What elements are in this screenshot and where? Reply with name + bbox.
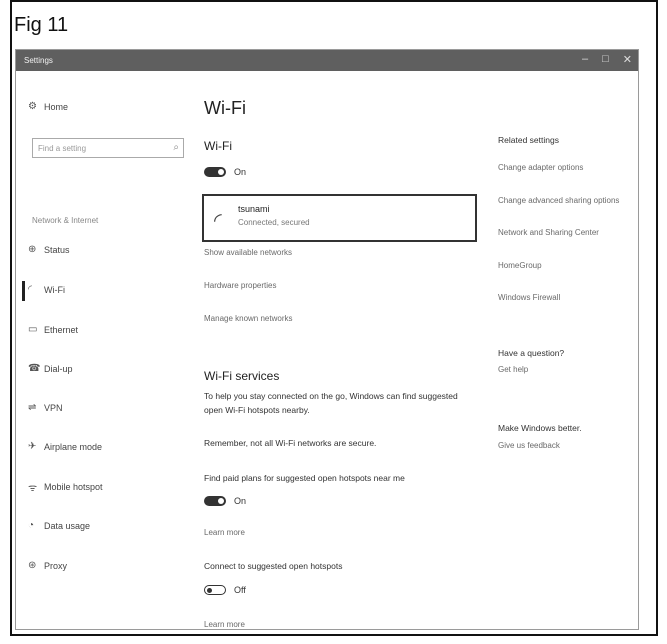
services-description: To help you stay connected on the go, Wi… bbox=[204, 391, 458, 415]
sidebar-item-home[interactable]: ⚙ Home bbox=[28, 101, 68, 112]
window-title: Settings bbox=[24, 56, 53, 65]
related-settings-heading: Related settings bbox=[498, 135, 559, 145]
wifi-signal-icon: ◜ bbox=[214, 210, 222, 232]
search-placeholder: Find a setting bbox=[38, 144, 87, 153]
wifi-icon: ◜ bbox=[28, 284, 32, 295]
sharing-options-link[interactable]: Change advanced sharing options bbox=[498, 196, 619, 205]
show-networks-link[interactable]: Show available networks bbox=[204, 248, 292, 257]
page-title: Wi-Fi bbox=[204, 98, 246, 118]
network-name: tsunami bbox=[238, 204, 270, 214]
search-icon: ⌕ bbox=[173, 142, 179, 153]
main-content: Wi-Fi Wi-Fi On ◜ tsunami Connected, secu… bbox=[202, 71, 494, 629]
wifi-section-title: Wi-Fi bbox=[204, 139, 232, 153]
title-bar: Settings – □ ✕ bbox=[16, 50, 638, 71]
settings-window: Settings – □ ✕ ⚙ Home Find a setting ⌕ N… bbox=[15, 49, 639, 630]
connected-network[interactable]: ◜ tsunami Connected, secured bbox=[202, 194, 477, 242]
figure-label: Fig 11 bbox=[14, 14, 69, 36]
sharing-center-link[interactable]: Network and Sharing Center bbox=[498, 228, 599, 237]
sidebar-item-label: Ethernet bbox=[44, 324, 79, 335]
feedback-link[interactable]: Give us feedback bbox=[498, 441, 560, 450]
sidebar-item-airplane-mode[interactable]: ✈ Airplane mode bbox=[28, 441, 102, 452]
adapter-options-link[interactable]: Change adapter options bbox=[498, 163, 583, 172]
sidebar-item-label: Wi-Fi bbox=[44, 284, 65, 295]
homegroup-link[interactable]: HomeGroup bbox=[498, 261, 542, 270]
learn-more-link[interactable]: Learn more bbox=[204, 528, 245, 537]
close-button[interactable]: ✕ bbox=[623, 53, 632, 66]
window-controls: – □ ✕ bbox=[582, 53, 632, 66]
sidebar-item-proxy[interactable]: ⊛ Proxy bbox=[28, 560, 67, 571]
maximize-button[interactable]: □ bbox=[602, 53, 609, 66]
hardware-properties-link[interactable]: Hardware properties bbox=[204, 281, 276, 290]
sidebar-item-status[interactable]: ⊕ Status bbox=[28, 244, 70, 255]
vpn-icon: ⇌ bbox=[28, 402, 37, 413]
home-icon: ⚙ bbox=[28, 101, 37, 112]
sidebar-item-data-usage[interactable]: ◔ Data usage bbox=[28, 520, 90, 531]
paid-plans-toggle-label: On bbox=[234, 496, 247, 506]
paid-plans-label: Find paid plans for suggested open hotsp… bbox=[204, 473, 405, 483]
wifi-toggle-label: On bbox=[234, 167, 247, 177]
dialup-icon: ☎ bbox=[28, 363, 41, 374]
minimize-button[interactable]: – bbox=[582, 53, 588, 66]
question-heading: Have a question? bbox=[498, 348, 565, 358]
sidebar-item-label: VPN bbox=[44, 402, 63, 413]
status-icon: ⊕ bbox=[28, 244, 37, 255]
airplane-icon: ✈ bbox=[28, 441, 37, 452]
feedback-heading: Make Windows better. bbox=[498, 423, 582, 433]
sidebar-item-dialup[interactable]: ☎ Dial-up bbox=[28, 363, 73, 374]
security-note: Remember, not all Wi-Fi networks are sec… bbox=[204, 438, 377, 448]
sidebar-item-label: Dial-up bbox=[44, 363, 73, 374]
sidebar-item-wifi[interactable]: ◜ Wi-Fi bbox=[28, 284, 65, 295]
related-panel: Related settings Change adapter options … bbox=[498, 71, 638, 629]
proxy-icon: ⊛ bbox=[28, 560, 37, 571]
sidebar-item-label: Proxy bbox=[44, 560, 68, 571]
connect-hotspots-label: Connect to suggested open hotspots bbox=[204, 561, 343, 571]
sidebar-item-label: Data usage bbox=[44, 520, 91, 531]
wifi-toggle[interactable] bbox=[204, 167, 226, 177]
sidebar-item-label: Status bbox=[44, 244, 70, 255]
sidebar-item-label: Mobile hotspot bbox=[44, 482, 103, 492]
manage-networks-link[interactable]: Manage known networks bbox=[204, 314, 293, 323]
data-usage-icon: ◔ bbox=[28, 520, 35, 531]
sidebar-item-ethernet[interactable]: ▭ Ethernet bbox=[28, 324, 78, 335]
connect-hotspots-toggle-label: Off bbox=[234, 585, 246, 595]
firewall-link[interactable]: Windows Firewall bbox=[498, 293, 560, 302]
wifi-services-title: Wi-Fi services bbox=[204, 369, 280, 383]
sidebar: ⚙ Home Find a setting ⌕ Network & Intern… bbox=[16, 71, 191, 629]
sidebar-item-label: Home bbox=[44, 101, 69, 112]
selection-indicator bbox=[22, 281, 25, 301]
sidebar-item-mobile-hotspot[interactable]: ᯤ Mobile hotspot bbox=[28, 480, 103, 494]
connect-hotspots-toggle[interactable] bbox=[204, 585, 226, 595]
search-input[interactable]: Find a setting ⌕ bbox=[32, 138, 184, 158]
paid-plans-toggle[interactable] bbox=[204, 496, 226, 506]
ethernet-icon: ▭ bbox=[28, 324, 38, 335]
sidebar-item-label: Airplane mode bbox=[44, 441, 103, 452]
sidebar-item-vpn[interactable]: ⇌ VPN bbox=[28, 402, 63, 413]
get-help-link[interactable]: Get help bbox=[498, 365, 528, 374]
learn-more-link[interactable]: Learn more bbox=[204, 620, 245, 629]
category-heading: Network & Internet bbox=[32, 216, 99, 225]
hotspot-icon: ᯤ bbox=[28, 483, 38, 494]
network-status: Connected, secured bbox=[238, 218, 310, 227]
